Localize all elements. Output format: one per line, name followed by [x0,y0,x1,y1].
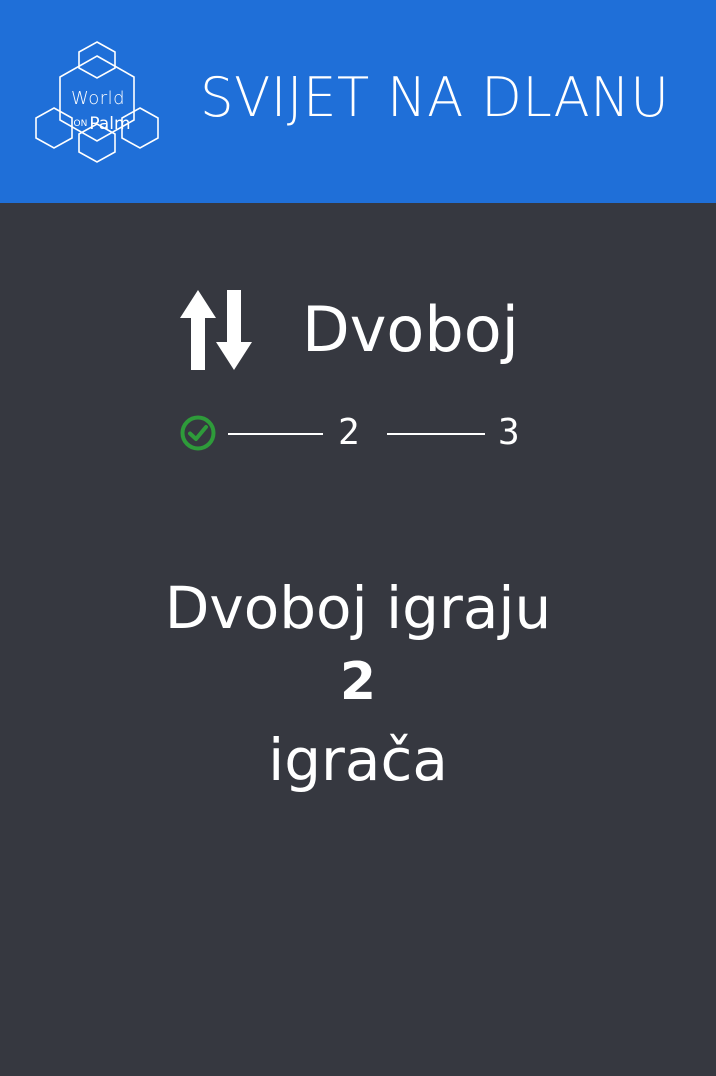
info-players-label: igrača [268,726,448,794]
game-mode-heading: Dvoboj [180,285,519,375]
app-title: SVIJET NA DLANU [200,66,670,129]
logo-word-on: ON [73,119,88,129]
step-connector-1 [228,433,323,435]
world-on-palm-logo: World ON Palm [33,40,163,164]
player-count: 2 [339,652,377,712]
info-heading: Dvoboj igraju [164,574,552,642]
step-3-label: 3 [498,412,520,453]
player-info: Dvoboj igraju 2 igrača [0,572,716,800]
logo-word-world: World [70,88,126,109]
app-header: World ON Palm SVIJET NA DLANU [0,0,716,203]
step-indicator: 2 3 [180,413,540,453]
logo-word-palm: ON Palm [62,114,142,134]
up-down-arrows-icon [180,290,252,370]
mode-title: Dvoboj [302,293,519,366]
logo-word-palm-text: Palm [89,114,131,134]
check-circle-icon [180,415,216,451]
step-connector-2 [387,433,485,435]
step-2-label: 2 [338,412,360,453]
